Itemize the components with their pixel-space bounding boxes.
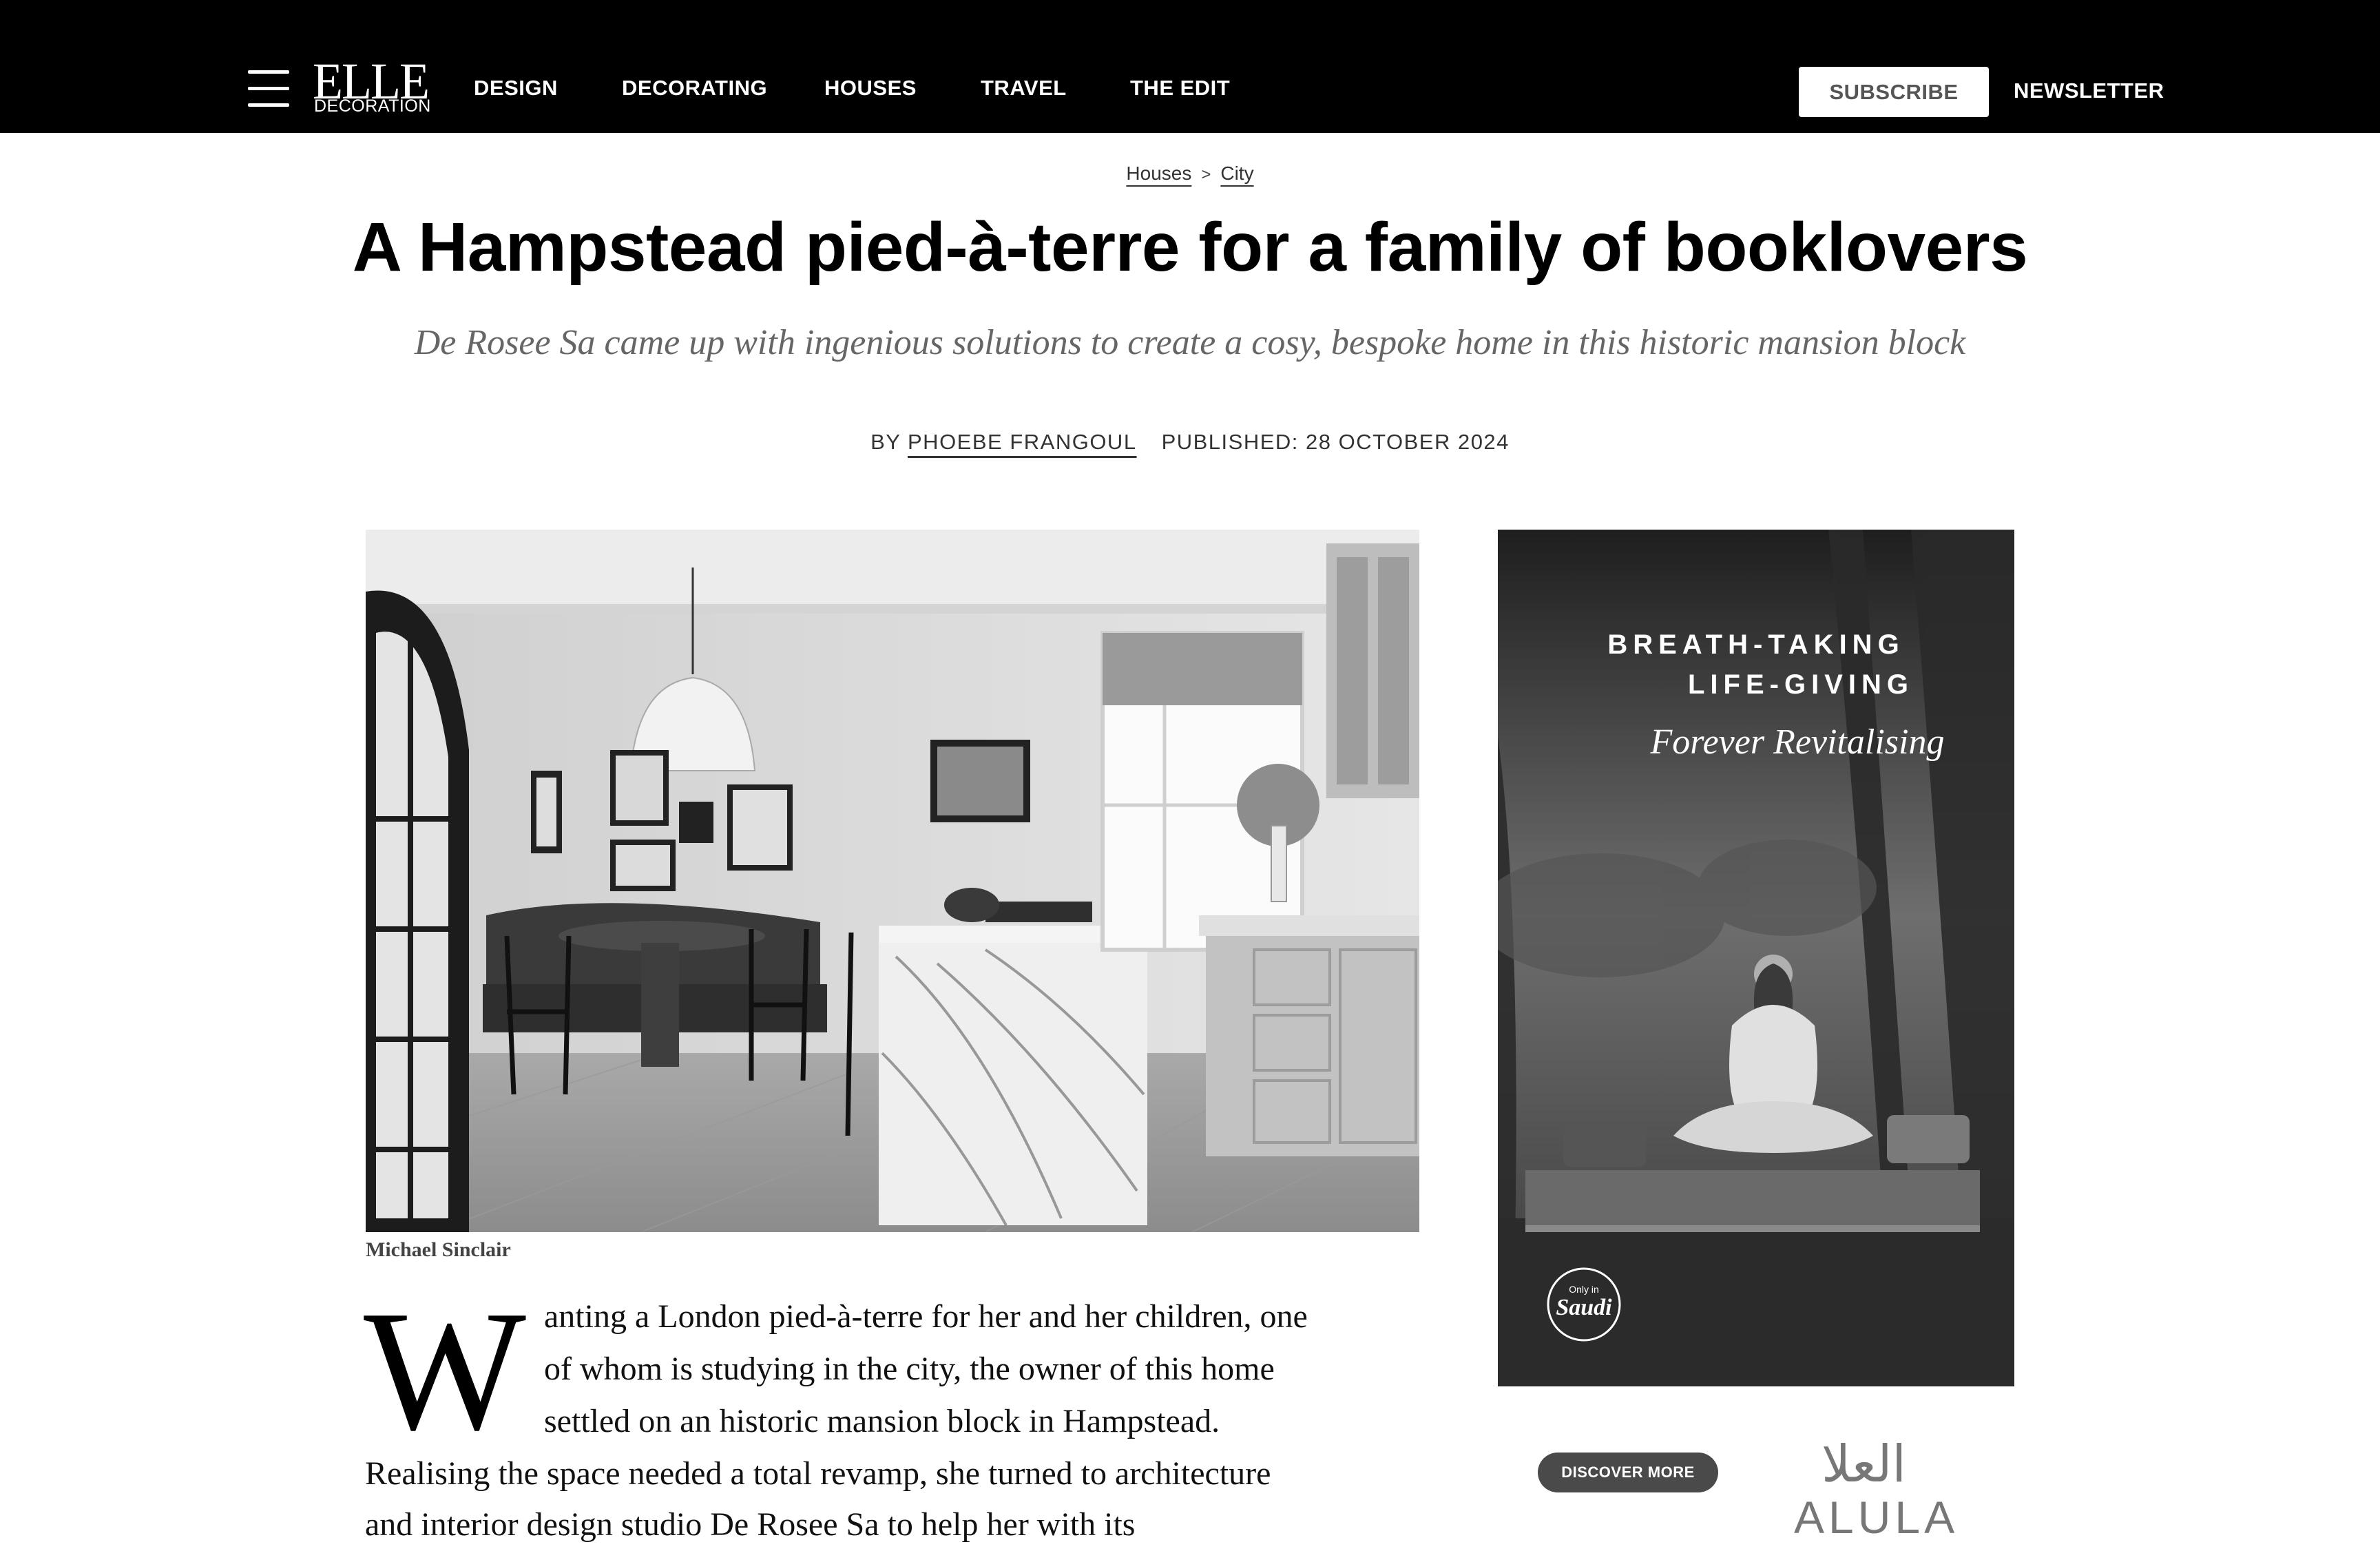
badge-main-text: Saudi [1556, 1295, 1612, 1320]
badge-top-text: Only in [1569, 1284, 1599, 1295]
ad-headline-2: LIFE-GIVING [1688, 669, 1914, 700]
advertisement[interactable]: BREATH-TAKING LIFE-GIVING Forever Revita… [1498, 530, 2014, 1386]
breadcrumb: Houses > City [0, 163, 2380, 185]
article-dek: De Rosee Sa came up with ingenious solut… [414, 323, 1966, 362]
ad-headline-1: BREATH-TAKING [1607, 629, 1904, 660]
ad-script: Forever Revitalising [1650, 722, 1945, 762]
breadcrumb-city[interactable]: City [1220, 163, 1253, 184]
body-line-4: Realising the space needed a total revam… [365, 1455, 1271, 1492]
drop-cap: W [364, 1276, 526, 1466]
breadcrumb-houses[interactable]: Houses [1126, 163, 1191, 184]
publish-date: PUBLISHED: 28 OCTOBER 2024 [1161, 430, 1510, 454]
nav-the-edit[interactable]: THE EDIT [1130, 76, 1230, 101]
alula-logo-arabic: العلا [1821, 1435, 1906, 1494]
top-nav-bar: ELLE DECORATION DESIGN DECORATING HOUSES… [0, 0, 2380, 133]
alula-logo[interactable]: العلا ALULA [1794, 1428, 1980, 1543]
newsletter-link[interactable]: NEWSLETTER [2014, 79, 2164, 103]
image-credit: Michael Sinclair [366, 1238, 511, 1261]
nav-decorating[interactable]: DECORATING [622, 76, 767, 101]
nav-houses[interactable]: HOUSES [824, 76, 917, 101]
author-link[interactable]: PHOEBE FRANGOUL [908, 430, 1137, 454]
body-line-5: and interior design studio De Rosee Sa t… [365, 1506, 1136, 1543]
alula-logo-english: ALULA [1794, 1492, 1959, 1543]
article-title: A Hampstead pied-à-terre for a family of… [352, 209, 2028, 286]
menu-icon[interactable] [248, 69, 289, 109]
discover-more-button[interactable]: DISCOVER MORE [1538, 1453, 1718, 1492]
by-label: BY [870, 430, 901, 454]
body-line-2: of whom is studying in the city, the own… [544, 1351, 1275, 1387]
nav-design[interactable]: DESIGN [474, 76, 558, 101]
body-line-1: anting a London pied-à-terre for her and… [544, 1298, 1308, 1335]
nav-travel[interactable]: TRAVEL [981, 76, 1067, 101]
logo-sub: DECORATION [314, 96, 431, 116]
subscribe-button[interactable]: SUBSCRIBE [1799, 67, 1989, 117]
hero-image [366, 530, 1419, 1232]
breadcrumb-separator: > [1201, 165, 1211, 184]
site-logo[interactable]: ELLE DECORATION [313, 55, 431, 116]
byline: BY PHOEBE FRANGOUL PUBLISHED: 28 OCTOBER … [0, 430, 2380, 455]
ad-footer: DISCOVER MORE العلا ALULA [1498, 1386, 2014, 1543]
body-line-3: settled on an historic mansion block in … [544, 1403, 1220, 1439]
